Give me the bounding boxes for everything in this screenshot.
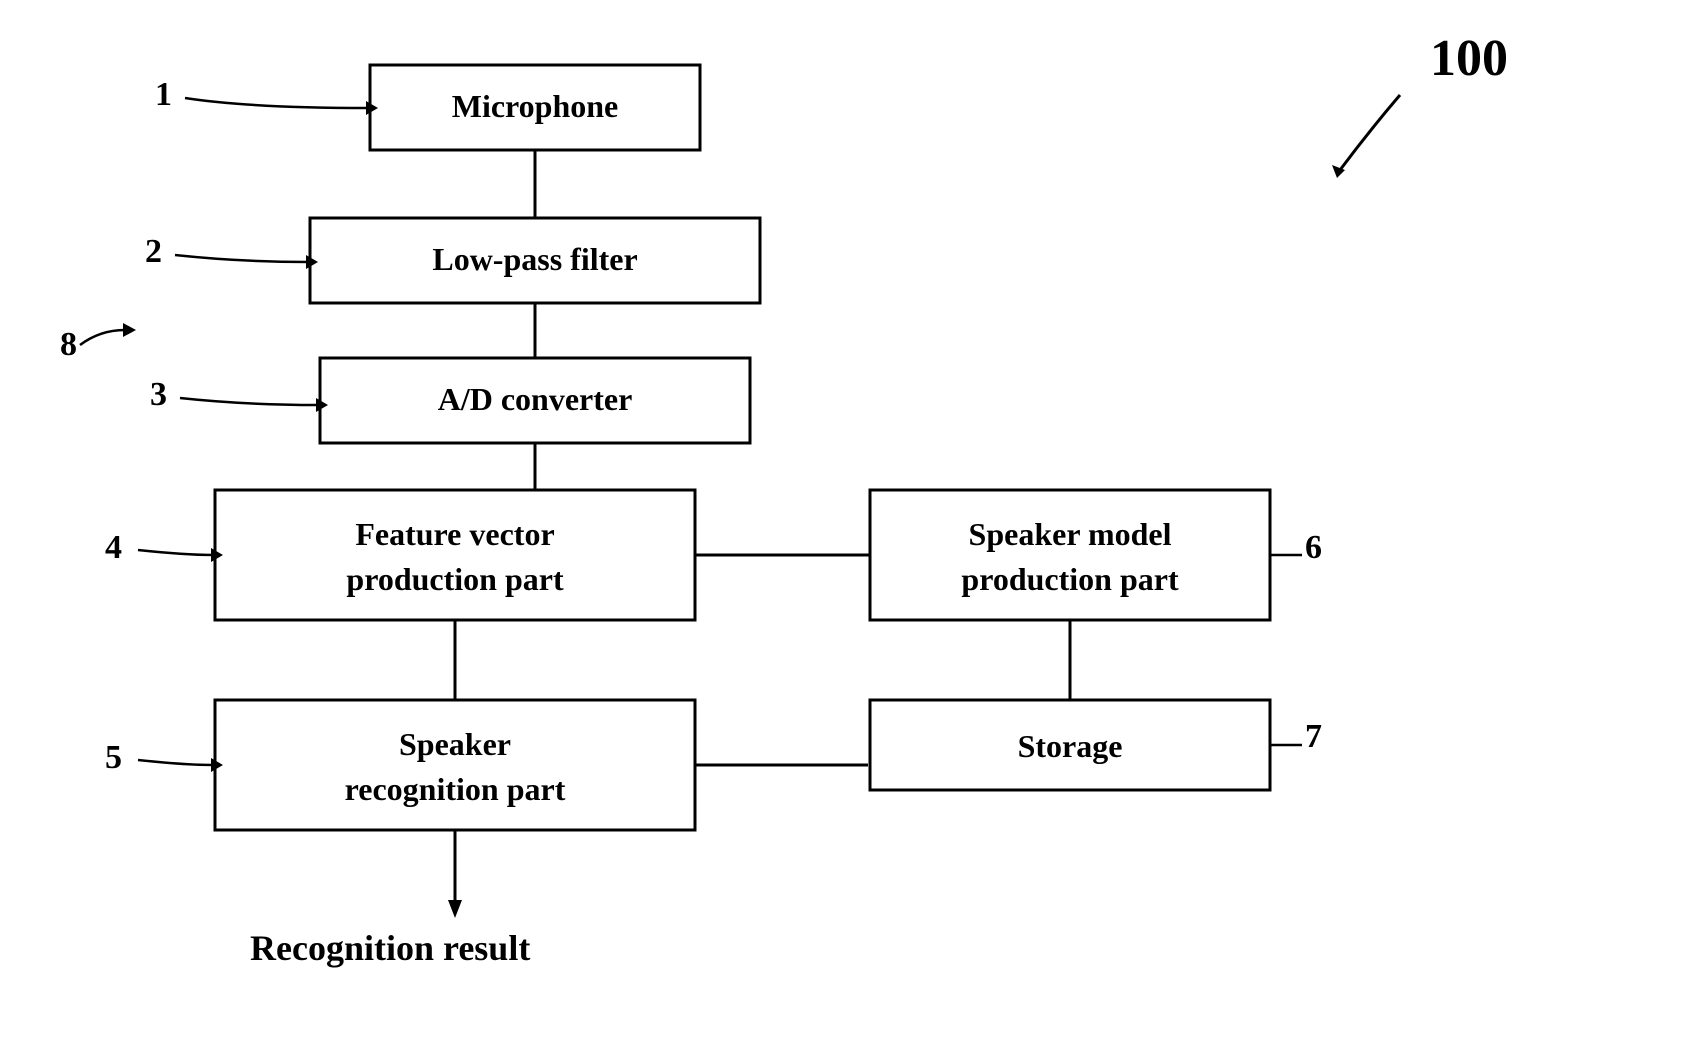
ref-2: 2 bbox=[145, 233, 162, 270]
figure-number: 100 bbox=[1430, 30, 1508, 87]
recognition-result-label: Recognition result bbox=[250, 928, 530, 968]
ref-7: 7 bbox=[1305, 718, 1322, 755]
storage-label: Storage bbox=[1018, 728, 1123, 764]
feature-vector-label-1: Feature vector bbox=[355, 516, 554, 552]
speaker-recognition-label-1: Speaker bbox=[399, 726, 511, 762]
speaker-model-label-2: production part bbox=[961, 561, 1179, 597]
speaker-recognition-box bbox=[215, 700, 695, 830]
ref-8: 8 bbox=[60, 326, 77, 363]
ad-converter-label: A/D converter bbox=[438, 381, 633, 417]
lowpass-label: Low-pass filter bbox=[432, 241, 637, 277]
feature-vector-label-2: production part bbox=[346, 561, 564, 597]
diagram-container: 100 8 Microphone 1 Low-pass filter 2 A/D… bbox=[0, 0, 1698, 1034]
ref-1: 1 bbox=[155, 76, 172, 113]
ref-3: 3 bbox=[150, 376, 167, 413]
ref-4: 4 bbox=[105, 529, 122, 566]
ref-5: 5 bbox=[105, 739, 122, 776]
microphone-label: Microphone bbox=[452, 88, 619, 124]
speaker-model-label-1: Speaker model bbox=[969, 516, 1172, 552]
feature-vector-box bbox=[215, 490, 695, 620]
speaker-model-box bbox=[870, 490, 1270, 620]
ref-6: 6 bbox=[1305, 529, 1322, 566]
speaker-recognition-label-2: recognition part bbox=[345, 771, 566, 807]
